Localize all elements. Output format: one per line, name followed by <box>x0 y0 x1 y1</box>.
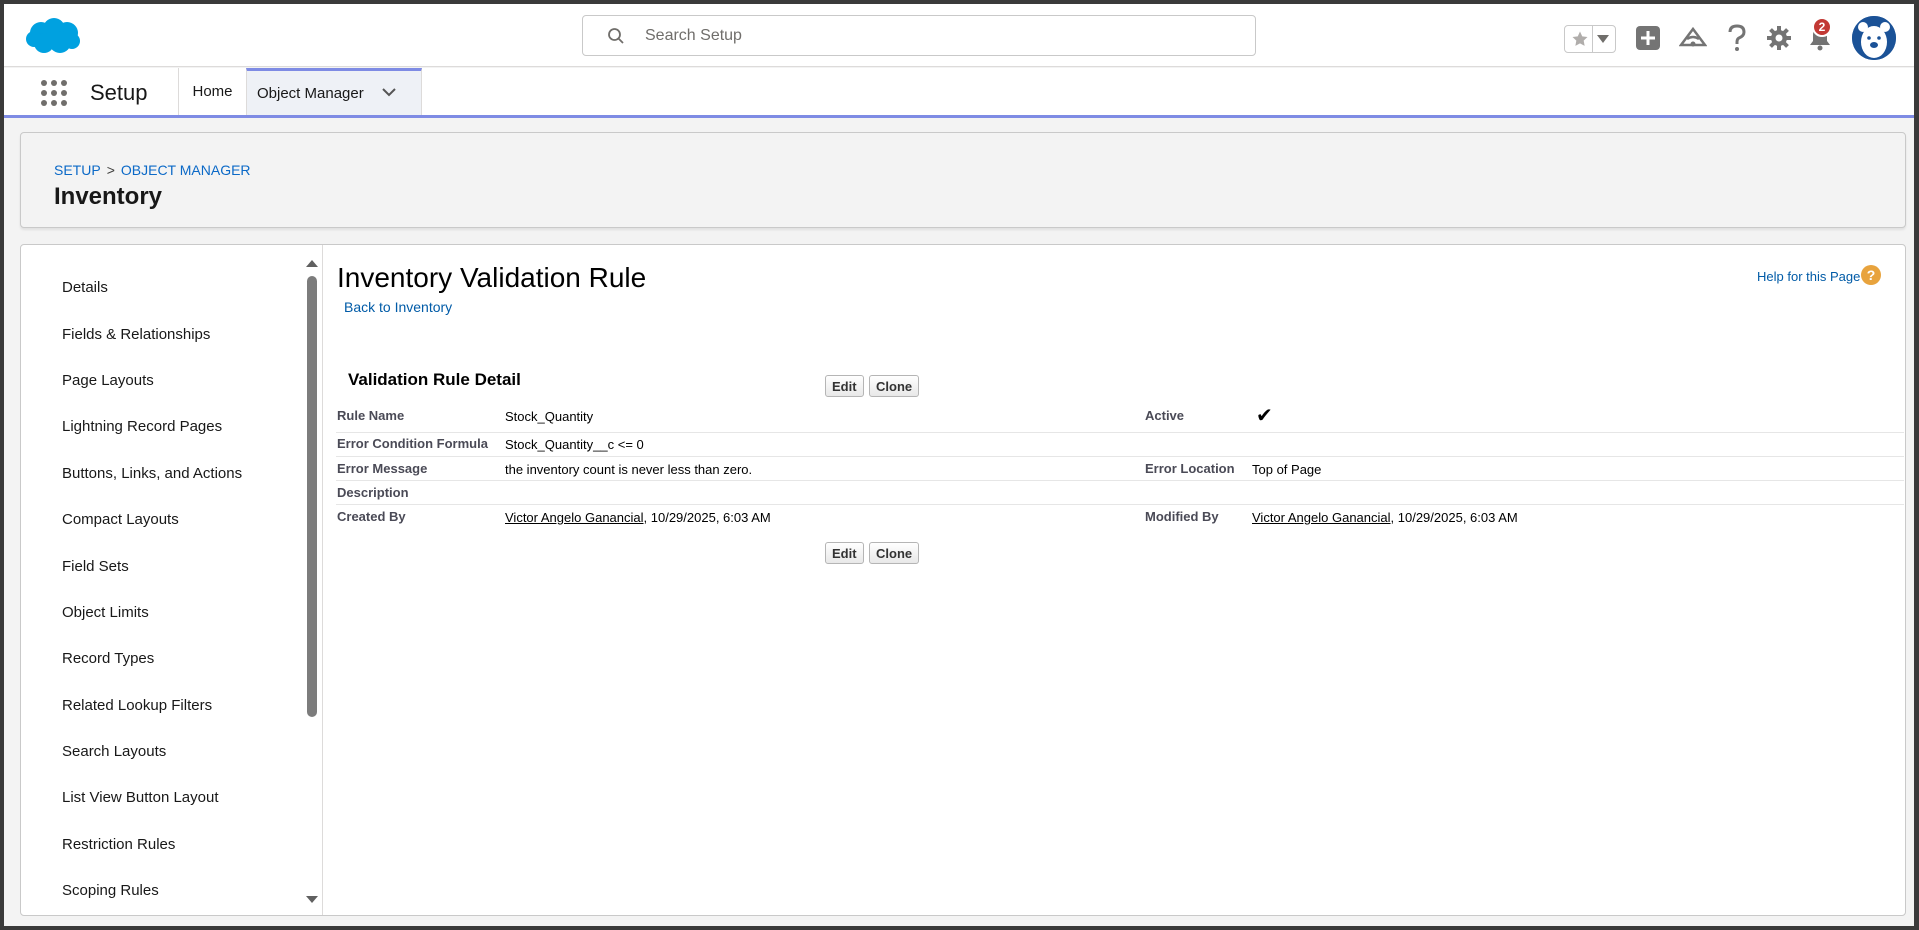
error-location-value: Top of Page <box>1252 462 1322 477</box>
setup-gear-button[interactable] <box>1763 22 1795 54</box>
sidebar-scrollbar-thumb[interactable] <box>307 276 317 717</box>
add-icon <box>1636 26 1660 50</box>
back-to-inventory-link[interactable]: Back to Inventory <box>344 299 452 315</box>
error-location-label: Error Location <box>1145 461 1235 476</box>
sidebar-item-scoping-rules[interactable]: Scoping Rules <box>62 882 159 899</box>
favorites-divider <box>1592 26 1593 52</box>
rule-name-value: Stock_Quantity <box>505 409 594 424</box>
help-for-this-page-link[interactable]: Help for this Page <box>1757 269 1860 284</box>
breadcrumb-object-manager-link[interactable]: OBJECT MANAGER <box>121 162 251 178</box>
tab-object-manager-label: Object Manager <box>257 84 364 102</box>
created-by-value: Victor Angelo Ganancial, 10/29/2025, 6:0… <box>505 510 771 525</box>
detail-title: Inventory Validation Rule <box>337 262 647 293</box>
active-checkmark-icon: ✔ <box>1256 405 1273 427</box>
sidebar-item-fields-relationships[interactable]: Fields & Relationships <box>62 326 210 343</box>
search-input[interactable] <box>645 26 1255 45</box>
app-name: Setup <box>90 80 148 105</box>
sidebar-item-lightning-record-pages[interactable]: Lightning Record Pages <box>62 418 222 435</box>
help-icon[interactable]: ? <box>1861 265 1881 285</box>
modified-by-user-link[interactable]: Victor Angelo Ganancial <box>1252 510 1391 525</box>
sidebar-item-field-sets[interactable]: Field Sets <box>62 558 129 575</box>
section-title: Validation Rule Detail <box>348 370 521 389</box>
validation-rule-detail: Inventory Validation Rule Back to Invent… <box>324 245 1904 915</box>
created-by-user-link[interactable]: Victor Angelo Ganancial <box>505 510 644 525</box>
avatar-bear-icon <box>1852 16 1896 60</box>
error-message-label: Error Message <box>337 461 428 476</box>
browser-window: 2 Setup Home Object <box>4 4 1914 926</box>
breadcrumb-separator: > <box>106 162 115 178</box>
tab-object-manager[interactable]: Object Manager <box>246 68 422 115</box>
scroll-down-arrow-icon[interactable] <box>305 895 319 905</box>
description-label: Description <box>337 485 409 500</box>
tab-home-label: Home <box>192 83 233 100</box>
search-icon <box>608 27 624 44</box>
caret-down-icon[interactable] <box>1596 34 1610 44</box>
sidebar-item-object-limits[interactable]: Object Limits <box>62 604 149 621</box>
error-message-value: the inventory count is never less than z… <box>505 462 753 477</box>
rule-name-label: Rule Name <box>337 408 405 423</box>
breadcrumb-setup-link[interactable]: SETUP <box>54 162 101 178</box>
edit-button-top[interactable]: Edit <box>825 375 864 397</box>
sidebar-item-details[interactable]: Details <box>62 279 108 296</box>
app-launcher-icon[interactable] <box>40 79 68 107</box>
star-icon[interactable] <box>1571 30 1589 48</box>
favorites-group[interactable] <box>1564 25 1616 53</box>
created-by-date: , 10/29/2025, 6:03 AM <box>643 510 771 525</box>
sidebar-item-search-layouts[interactable]: Search Layouts <box>62 743 166 760</box>
row-divider <box>336 480 1904 481</box>
clone-button-bottom[interactable]: Clone <box>869 542 920 564</box>
question-mark-icon <box>1728 24 1746 51</box>
chevron-down-icon[interactable] <box>381 86 397 98</box>
help-button[interactable] <box>1721 22 1753 54</box>
app-nav-bar: Setup Home Object Manager <box>4 68 1914 118</box>
modified-by-value: Victor Angelo Ganancial, 10/29/2025, 6:0… <box>1252 510 1518 525</box>
row-divider <box>336 456 1904 457</box>
sidebar-item-related-lookup-filters[interactable]: Related Lookup Filters <box>62 697 212 714</box>
sidebar-item-buttons-links-actions[interactable]: Buttons, Links, and Actions <box>62 465 242 482</box>
search-box[interactable] <box>582 15 1256 56</box>
gear-icon <box>1767 26 1791 50</box>
sidebar-item-compact-layouts[interactable]: Compact Layouts <box>62 511 179 528</box>
object-sidebar: Details Fields & Relationships Page Layo… <box>21 245 323 915</box>
modified-by-label: Modified By <box>1145 509 1219 524</box>
global-header: 2 <box>4 4 1914 67</box>
row-divider <box>336 432 1904 433</box>
user-avatar[interactable] <box>1852 16 1896 60</box>
tab-home[interactable]: Home <box>178 68 246 115</box>
sidebar-item-list-view-button-layout[interactable]: List View Button Layout <box>62 789 219 806</box>
content-card: Details Fields & Relationships Page Layo… <box>20 244 1906 916</box>
notification-badge: 2 <box>1812 17 1832 37</box>
salesforce-logo[interactable] <box>24 16 82 56</box>
edit-button-bottom[interactable]: Edit <box>825 542 864 564</box>
page-title: Inventory <box>54 183 163 210</box>
created-by-label: Created By <box>337 509 406 524</box>
modified-by-date: , 10/29/2025, 6:03 AM <box>1390 510 1518 525</box>
active-label: Active <box>1145 408 1185 423</box>
sidebar-item-restriction-rules[interactable]: Restriction Rules <box>62 836 175 853</box>
scroll-up-arrow-icon[interactable] <box>305 258 319 268</box>
global-actions-button[interactable] <box>1632 22 1664 54</box>
page-header: SETUP > OBJECT MANAGER Inventory <box>20 132 1906 228</box>
clone-button-top[interactable]: Clone <box>869 375 920 397</box>
sidebar-item-record-types[interactable]: Record Types <box>62 650 154 667</box>
trailhead-icon <box>1679 26 1707 47</box>
breadcrumb: SETUP > OBJECT MANAGER <box>54 162 251 178</box>
trailhead-button[interactable] <box>1677 22 1709 54</box>
row-divider <box>336 504 1904 505</box>
sidebar-item-page-layouts[interactable]: Page Layouts <box>62 372 154 389</box>
error-condition-formula-value: Stock_Quantity__c <= 0 <box>505 437 644 452</box>
error-condition-formula-label: Error Condition Formula <box>337 436 488 451</box>
